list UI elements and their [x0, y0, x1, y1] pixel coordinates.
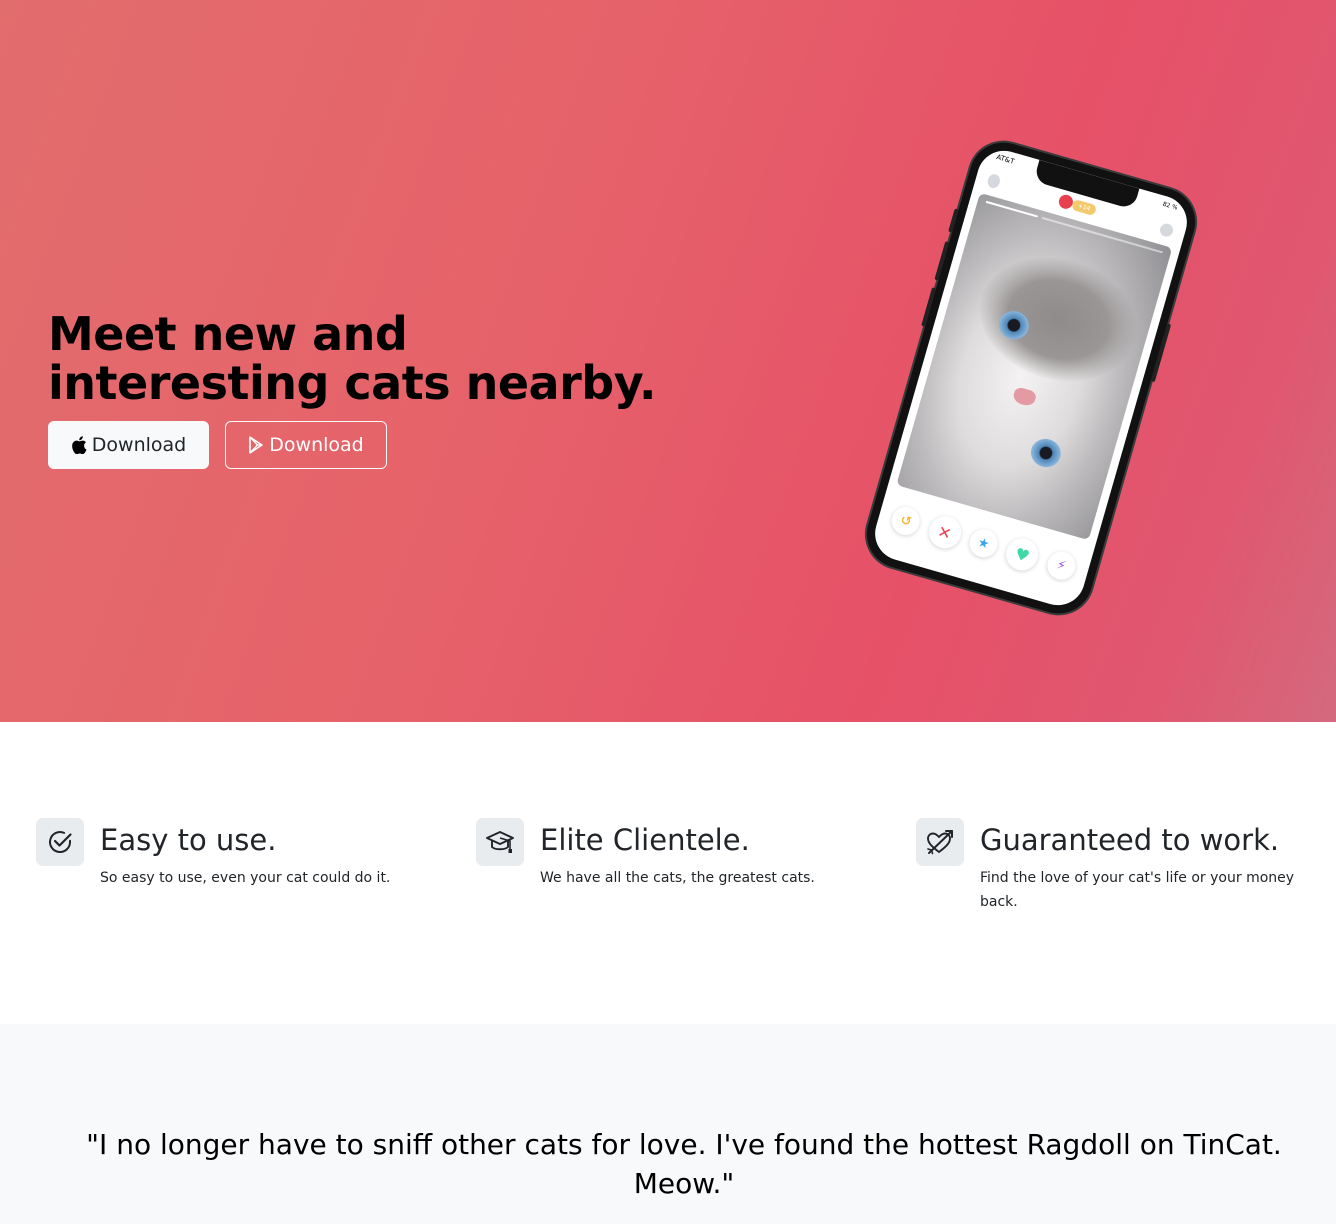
apple-icon [71, 436, 87, 454]
feature-easy-to-use: Easy to use. So easy to use, even your c… [36, 818, 436, 890]
feature-title: Guaranteed to work. [980, 823, 1280, 857]
cat-photo [896, 192, 1173, 541]
super-like-icon: ★ [966, 526, 1001, 561]
check-circle-icon [36, 818, 84, 866]
phone-frame: AT&T 82 % +14 ↺ ✕ ★ ♥ ⚡ [858, 134, 1204, 622]
carrier-label: AT&T [995, 153, 1016, 166]
feature-description: We have all the cats, the greatest cats. [540, 870, 815, 886]
feature-description: Find the love of your cat's life or your… [980, 870, 1295, 910]
cat-nose [1011, 386, 1038, 408]
feature-elite-clientele: Elite Clientele. We have all the cats, t… [476, 818, 876, 890]
graduation-cap-icon [476, 818, 524, 866]
features-section: Easy to use. So easy to use, even your c… [0, 722, 1336, 1024]
hero-section: Meet new and interesting cats nearby. Do… [0, 0, 1336, 722]
chat-icon [1158, 222, 1175, 239]
feature-text: Easy to use. So easy to use, even your c… [100, 818, 390, 890]
hero-title: Meet new and interesting cats nearby. [48, 307, 656, 410]
profile-icon [986, 172, 1002, 190]
phone-side-button [948, 208, 959, 233]
feature-description: So easy to use, even your cat could do i… [100, 870, 391, 886]
heart-arrow-icon [916, 818, 964, 866]
google-play-download-button[interactable]: Download [225, 421, 387, 469]
apple-download-button[interactable]: Download [48, 421, 209, 469]
feature-guaranteed: Guaranteed to work. Find the love of you… [916, 818, 1316, 914]
hero-content: Meet new and interesting cats nearby. Do… [48, 310, 688, 469]
phone-screen: AT&T 82 % +14 ↺ ✕ ★ ♥ ⚡ [868, 144, 1194, 612]
google-play-download-label: Download [269, 434, 364, 456]
google-play-icon [248, 436, 264, 454]
feature-title: Easy to use. [100, 823, 277, 857]
boost-icon: ⚡ [1043, 548, 1079, 583]
download-buttons: Download Download [48, 421, 688, 469]
battery-label: 82 % [1161, 200, 1179, 212]
rewind-icon: ↺ [888, 503, 924, 539]
nope-icon: ✕ [924, 512, 965, 552]
boost-pill: +14 [1070, 198, 1098, 217]
cat-eye-right [1027, 435, 1065, 471]
like-icon: ♥ [1002, 534, 1043, 575]
cat-face-mask [964, 239, 1152, 399]
feature-text: Elite Clientele. We have all the cats, t… [540, 818, 815, 890]
phone-mockup: AT&T 82 % +14 ↺ ✕ ★ ♥ ⚡ [858, 134, 1204, 622]
testimonial-section: "I no longer have to sniff other cats fo… [0, 1024, 1336, 1224]
testimonial-quote: "I no longer have to sniff other cats fo… [86, 1128, 1282, 1200]
apple-download-label: Download [91, 434, 187, 456]
feature-title: Elite Clientele. [540, 823, 750, 857]
feature-text: Guaranteed to work. Find the love of you… [980, 818, 1310, 914]
